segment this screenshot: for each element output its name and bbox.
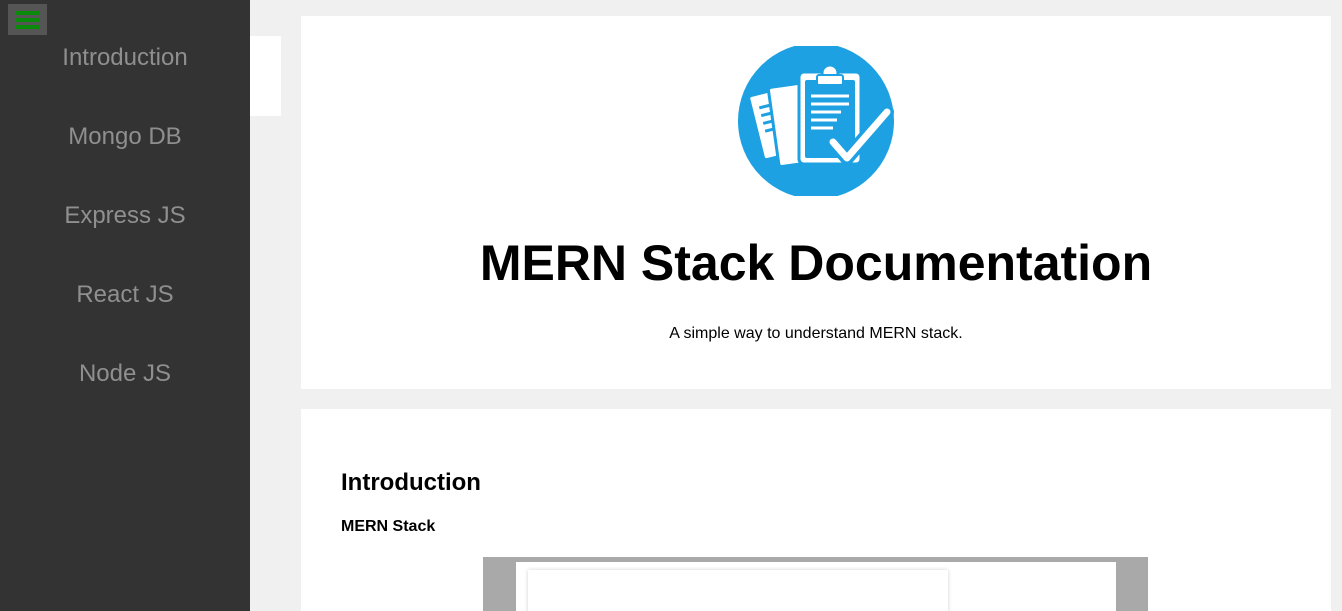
image-canvas [516,562,1116,611]
nav-item-react-js[interactable]: React JS [0,275,250,354]
nav-item-express-js[interactable]: Express JS [0,196,250,275]
sidebar: Introduction Mongo DB Express JS React J… [0,0,250,611]
hero-card: MERN Stack Documentation A simple way to… [301,16,1331,389]
section-title: Introduction [341,469,481,496]
image-panel [528,570,948,611]
mern-stack-image [483,557,1148,611]
hamburger-menu-icon[interactable] [8,4,47,35]
page-title: MERN Stack Documentation [479,235,1153,291]
nav-item-introduction[interactable]: Introduction [0,38,250,117]
menu-bar [15,11,40,15]
menu-bar [15,25,40,29]
sidebar-nav: Introduction Mongo DB Express JS React J… [0,38,250,433]
side-panel-strip [250,36,281,116]
introduction-section: Introduction MERN Stack [301,409,1331,611]
section-subtitle: MERN Stack [341,518,436,535]
menu-bar [15,18,40,22]
documentation-clipboard-icon [738,46,894,196]
page-subtitle: A simple way to understand MERN stack. [669,325,963,342]
nav-item-mongo-db[interactable]: Mongo DB [0,117,250,196]
nav-item-node-js[interactable]: Node JS [0,354,250,433]
